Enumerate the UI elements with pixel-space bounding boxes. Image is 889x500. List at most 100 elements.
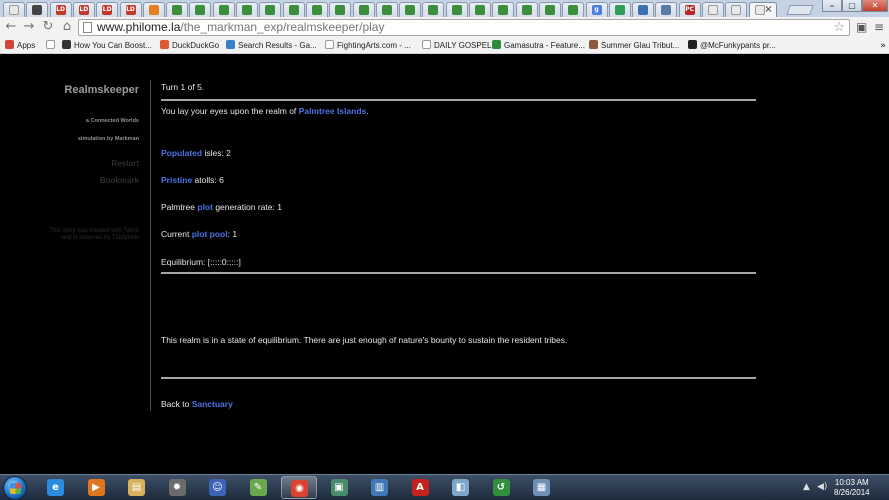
taskbar-button[interactable]: ▥ [362,476,398,499]
active-tab[interactable]: × [748,2,777,17]
twine-icon [288,5,299,15]
photo-icon [589,40,598,49]
browser-tab[interactable] [632,2,655,17]
gamasutra-icon [492,40,501,49]
taskbar-button[interactable]: ▣ [322,476,358,499]
browser-tab[interactable] [655,2,678,17]
browser-tab[interactable] [189,2,212,17]
pristine-link[interactable]: Pristine [161,175,192,185]
taskbar-button[interactable]: A [403,476,439,499]
browser-tab[interactable]: LD [49,2,72,17]
taskbar-button[interactable]: ✎ [241,476,277,499]
document-app-icon: ▦ [533,479,550,496]
close-window-button[interactable]: ✕ [862,0,888,12]
divider [161,272,756,274]
clock[interactable]: 10:03 AM 8/26/2014 [834,478,870,498]
browser-tab[interactable] [26,2,49,17]
bookmark-item[interactable] [46,38,58,54]
bookmark-item[interactable]: Search Results - Ga... [226,38,317,54]
bookmark-star-icon[interactable]: ☆ [833,20,845,35]
browser-tab[interactable]: LD [72,2,95,17]
bookmark-item[interactable]: FightingArts.com - ... [325,38,411,54]
page-icon [46,40,55,49]
browser-tab[interactable]: g [585,2,608,17]
story-title: Realmskeeper [64,84,139,96]
maximize-button[interactable]: ▢ [842,0,862,12]
browser-tab[interactable] [166,2,189,17]
twine-icon [242,5,252,15]
taskbar-button[interactable]: ◧ [443,476,479,499]
menu-icon[interactable]: ≡ [874,20,884,35]
browser-tab[interactable] [608,2,631,17]
remote-desktop-icon: ▥ [371,479,388,496]
taskbar-button[interactable]: ▦ [524,476,560,499]
browser-tab[interactable] [469,2,491,17]
extension-icon[interactable]: ▣ [856,20,867,35]
close-tab-icon[interactable]: × [764,4,772,15]
bookmark-item[interactable]: Apps [5,38,35,54]
realm-name-link[interactable]: Palmtree Islands [299,106,367,116]
reload-button[interactable]: ↻ [40,19,56,35]
browser-tab[interactable] [538,2,561,17]
bookmark-item[interactable]: @McFunkypants pr... [688,38,776,54]
address-bar[interactable]: www.philome.la/the_markman_exp/realmskee… [78,19,850,36]
sanctuary-link[interactable]: Sanctuary [192,399,233,409]
browser-tab[interactable] [352,2,375,17]
home-button[interactable]: ⌂ [59,19,75,35]
back-button[interactable]: ← [3,19,19,35]
browser-tab[interactable] [259,2,282,17]
taskbar-button[interactable]: ✹ [160,476,196,499]
browser-tab[interactable]: PC [678,2,701,17]
story-sidebar: Realmskeeper a Connected Worlds simulati… [49,80,151,411]
browser-tab[interactable] [329,2,352,17]
credits-text: This story was created with Twine and is… [49,228,139,241]
taskbar-button[interactable]: ↺ [484,476,520,499]
new-tab-button[interactable] [786,5,814,15]
browser-tab[interactable] [562,2,585,17]
bookmarks-overflow-button[interactable]: » [880,38,886,54]
plot-pool-link[interactable]: plot pool [192,229,228,239]
browser-tab[interactable] [492,2,515,17]
pristine-stat: Pristine atolls: 6 [161,175,224,185]
mail-icon [638,5,649,15]
browser-tab[interactable] [3,2,25,17]
forward-button[interactable]: → [21,19,37,35]
bookmark-link[interactable]: Bookmark [100,176,139,186]
browser-tab[interactable] [212,2,235,17]
minimize-button[interactable]: – [822,0,842,12]
taskbar-button[interactable]: ☺ [200,476,236,499]
browser-tab[interactable]: LD [96,2,119,17]
browser-tab[interactable] [236,2,258,17]
bookmark-item[interactable]: How You Can Boost... [62,38,152,54]
browser-tab[interactable] [399,2,422,17]
taskbar-button[interactable]: ▶ [79,476,115,499]
browser-tab[interactable] [422,2,445,17]
tray-expand-icon[interactable]: ▲ [803,482,810,493]
duckduckgo-icon [160,40,169,49]
start-button[interactable] [3,476,27,500]
bookmark-item[interactable]: Gamasutra - Feature... [492,38,585,54]
bookmark-item[interactable]: Summer Glau Tribut... [589,38,679,54]
bookmark-item[interactable]: DuckDuckGo [160,38,219,54]
bookmark-label: Gamasutra - Feature... [504,41,585,50]
browser-tab[interactable] [445,2,468,17]
turn-counter: Turn 1 of 5. [161,82,205,92]
browser-tab[interactable] [725,2,748,17]
taskbar-button[interactable]: ▤ [119,476,155,499]
browser-tab[interactable] [305,2,328,17]
populated-link[interactable]: Populated [161,148,202,158]
browser-tab[interactable]: LD [119,2,142,17]
plot-link[interactable]: plot [197,202,213,212]
volume-icon[interactable]: ◀) [817,482,827,493]
taskbar-button[interactable]: e [38,476,74,499]
browser-tab[interactable] [702,2,724,17]
browser-tab[interactable] [515,2,538,17]
bookmark-item[interactable]: DAILY GOSPEL [422,38,492,54]
browser-tab[interactable] [282,2,305,17]
taskbar-button[interactable]: ◉ [281,476,317,499]
browser-tab[interactable] [375,2,398,17]
browser-tab[interactable] [142,2,165,17]
restart-link[interactable]: Restart [111,159,139,169]
twine-icon [265,5,276,15]
twine-icon [335,5,346,15]
